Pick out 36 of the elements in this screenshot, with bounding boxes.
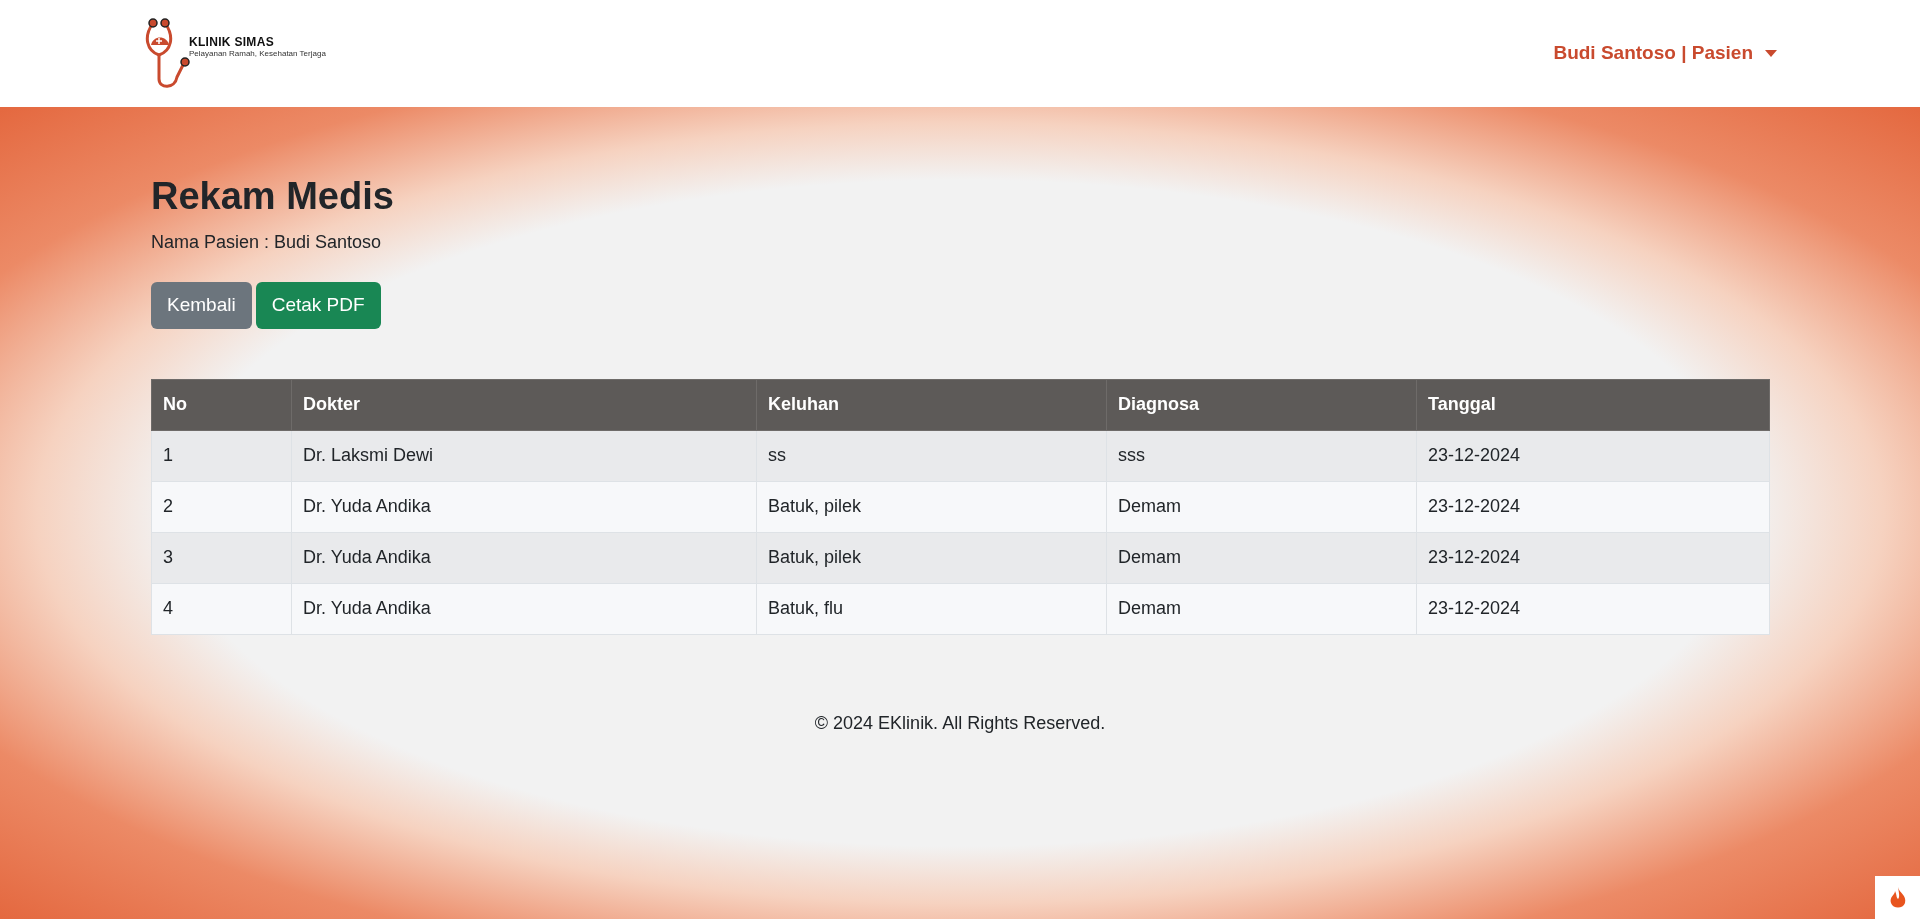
table-cell: 23-12-2024 (1416, 481, 1770, 532)
table-cell: 1 (151, 430, 292, 481)
table-cell: Dr. Laksmi Dewi (291, 430, 757, 481)
column-header: Dokter (291, 379, 757, 430)
table-cell: Dr. Yuda Andika (291, 583, 757, 634)
table-cell: 3 (151, 532, 292, 583)
patient-name: Nama Pasien : Budi Santoso (151, 230, 383, 254)
action-button[interactable]: Cetak PDF (255, 281, 381, 329)
table-cell: Demam (1106, 532, 1417, 583)
footer-text: © 2024 EKlinik. All Rights Reserved. (813, 711, 1107, 735)
table-cell: 23-12-2024 (1416, 583, 1770, 634)
table-cell: ss (756, 430, 1107, 481)
table-cell: 23-12-2024 (1416, 430, 1770, 481)
user-menu[interactable]: Budi Santoso | Pasien (1553, 39, 1777, 68)
column-header: No (151, 379, 292, 430)
table-cell: 4 (151, 583, 292, 634)
logo-tagline: Pelayanan Ramah, Kesehatan Terjaga (189, 49, 326, 58)
table-cell: Dr. Yuda Andika (291, 532, 757, 583)
action-button[interactable]: Kembali (151, 281, 252, 329)
column-header: Keluhan (756, 379, 1107, 430)
table-cell: Batuk, pilek (756, 532, 1107, 583)
table-cell: 2 (151, 481, 292, 532)
table-cell: sss (1106, 430, 1417, 481)
table-cell: Batuk, pilek (756, 481, 1107, 532)
floating-button[interactable] (1875, 876, 1920, 919)
table-cell: 23-12-2024 (1416, 532, 1770, 583)
column-header: Tanggal (1416, 379, 1770, 430)
logo-name: KLINIK SIMAS (189, 35, 275, 48)
page-title: Rekam Medis (151, 174, 395, 219)
column-header: Diagnosa (1106, 379, 1417, 430)
table-cell: Batuk, flu (756, 583, 1107, 634)
flame-icon (1888, 886, 1907, 909)
table-cell: Demam (1106, 583, 1417, 634)
table-cell: Dr. Yuda Andika (291, 481, 757, 532)
table-cell: Demam (1106, 481, 1417, 532)
caret-icon (1765, 50, 1777, 57)
